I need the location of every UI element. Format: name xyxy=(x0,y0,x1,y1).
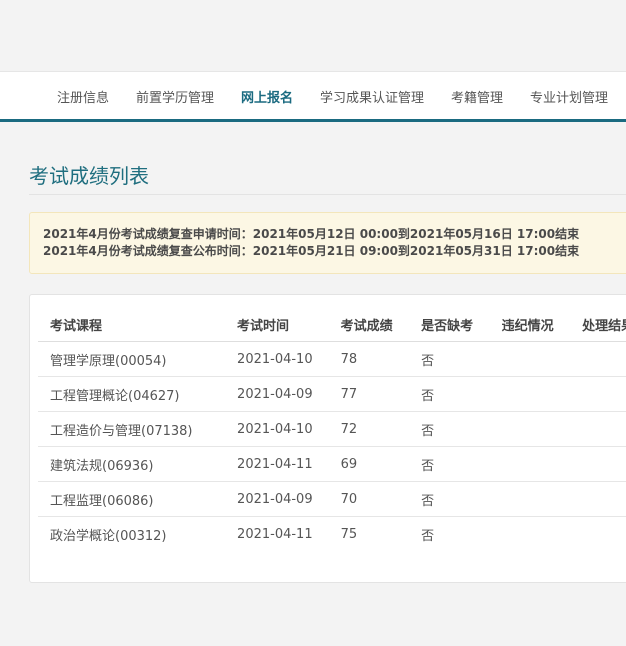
nav-item-registration-info[interactable]: 注册信息 xyxy=(57,87,109,106)
cell-exam-time: 2021-04-09 xyxy=(225,481,329,517)
nav-item-exam-registry[interactable]: 考籍管理 xyxy=(451,87,503,106)
cell-result xyxy=(570,411,626,447)
cell-absent: 否 xyxy=(409,376,490,412)
cell-exam-time: 2021-04-11 xyxy=(237,526,313,542)
cell-absent: 否 xyxy=(409,341,490,377)
page-title-area: 考试成绩列表 xyxy=(29,160,626,195)
nav-item-prior-education[interactable]: 前置学历管理 xyxy=(136,87,214,106)
cell-score: 70 xyxy=(328,481,410,517)
cell-result xyxy=(570,481,626,517)
cell-result xyxy=(570,517,626,552)
header-score: 考试成绩 xyxy=(328,307,410,342)
score-table: 考试课程 考试时间 考试成绩 是否缺考 违纪情况 处理结果 管理学原理(0005… xyxy=(38,307,626,551)
main-nav-bar: 注册信息 前置学历管理 网上报名 学习成果认证管理 考籍管理 专业计划管理 xyxy=(0,71,626,122)
cell-absent: 否 xyxy=(409,481,490,517)
cell-absent: 否 xyxy=(409,446,490,482)
cell-violation xyxy=(490,517,570,552)
cell-exam-time: 2021-04-10 xyxy=(225,411,329,447)
cell-course: 政治学概论(00312) xyxy=(50,528,167,544)
cell-course: 工程监理(06086) xyxy=(38,481,226,517)
cell-absent: 否 xyxy=(421,528,435,544)
score-table-panel: 考试课程 考试时间 考试成绩 是否缺考 违纪情况 处理结果 管理学原理(0005… xyxy=(29,294,626,583)
table-row: 建筑法规(06936) 2021-04-11 69 否 xyxy=(38,446,626,482)
header-absent: 是否缺考 xyxy=(409,307,490,342)
table-row: 政治学概论(00312) 2021-04-11 75 否 xyxy=(38,517,626,552)
notice-box: 2021年4月份考试成绩复查申请时间：2021年05月12日 00:00到202… xyxy=(29,212,626,274)
table-row: 工程监理(06086) 2021-04-09 70 否 xyxy=(38,481,626,517)
cell-result xyxy=(570,446,626,482)
cell-result xyxy=(570,341,626,377)
cell-score: 69 xyxy=(328,446,410,482)
cell-violation xyxy=(489,411,571,447)
cell-score: 78 xyxy=(328,341,410,377)
cell-score: 77 xyxy=(328,376,410,412)
cell-violation xyxy=(489,376,571,412)
table-row: 工程造价与管理(07138) 2021-04-10 72 否 xyxy=(38,411,626,447)
cell-exam-time: 2021-04-10 xyxy=(225,341,329,377)
cell-course: 工程造价与管理(07138) xyxy=(38,411,226,447)
header-result: 处理结果 xyxy=(570,307,626,342)
nav-item-learning-achievement[interactable]: 学习成果认证管理 xyxy=(320,87,424,106)
notice-line-publish-time: 2021年4月份考试成绩复查公布时间：2021年05月21日 09:00到202… xyxy=(43,244,580,258)
cell-course: 建筑法规(06936) xyxy=(38,446,226,482)
table-header-row: 考试课程 考试时间 考试成绩 是否缺考 违纪情况 处理结果 xyxy=(38,307,626,342)
header-violation: 违纪情况 xyxy=(489,307,571,342)
cell-violation xyxy=(489,446,571,482)
cell-exam-time: 2021-04-09 xyxy=(225,376,329,412)
page-title: 考试成绩列表 xyxy=(29,164,149,188)
header-exam-time: 考试时间 xyxy=(225,307,329,342)
cell-violation xyxy=(489,481,571,517)
table-row: 工程管理概论(04627) 2021-04-09 77 否 xyxy=(38,376,626,412)
cell-score: 75 xyxy=(340,526,358,542)
nav-item-online-registration[interactable]: 网上报名 xyxy=(241,87,293,106)
cell-violation xyxy=(489,341,571,377)
cell-course: 管理学原理(00054) xyxy=(38,341,226,377)
top-blank-area xyxy=(0,0,626,71)
header-course: 考试课程 xyxy=(38,307,226,342)
table-row: 管理学原理(00054) 2021-04-10 78 否 xyxy=(38,341,626,377)
cell-absent: 否 xyxy=(409,411,490,447)
cell-exam-time: 2021-04-11 xyxy=(225,446,329,482)
cell-result xyxy=(570,376,626,412)
notice-line-apply-time: 2021年4月份考试成绩复查申请时间：2021年05月12日 00:00到202… xyxy=(43,227,580,241)
cell-score: 72 xyxy=(328,411,410,447)
nav-item-major-plan[interactable]: 专业计划管理 xyxy=(530,87,608,106)
cell-course: 工程管理概论(04627) xyxy=(38,376,226,412)
